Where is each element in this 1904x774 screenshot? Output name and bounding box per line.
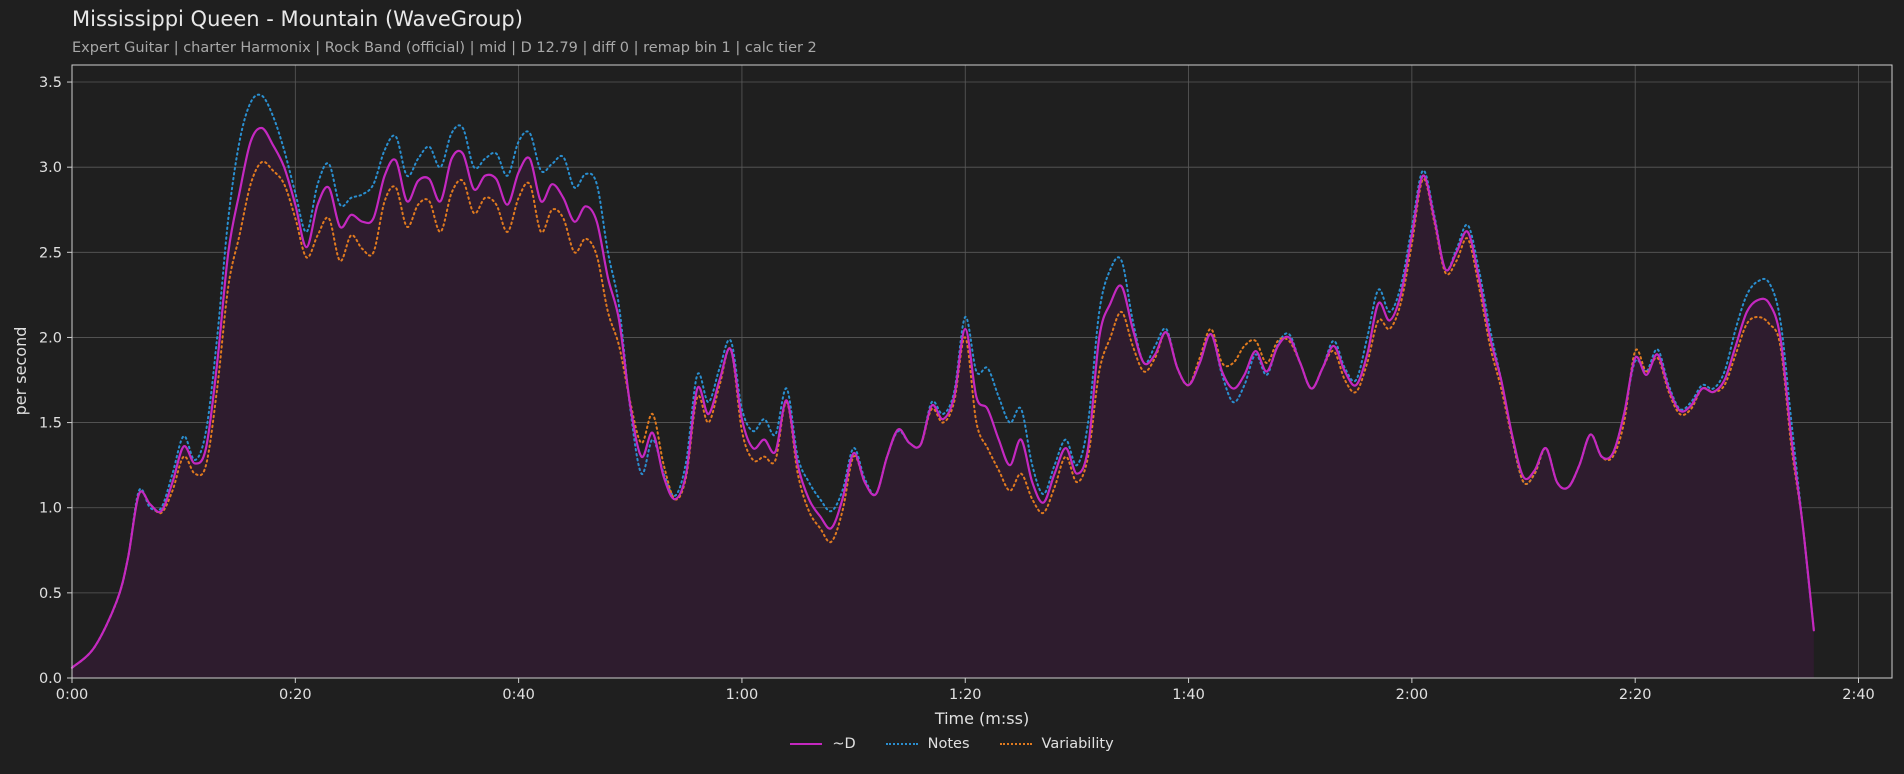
y-tick-label: 2.0 xyxy=(39,330,62,346)
x-tick-label: 1:40 xyxy=(1172,687,1205,703)
legend-item-notes: Notes xyxy=(885,736,970,752)
x-tick-label: 0:00 xyxy=(56,687,89,703)
y-tick-label: 0.5 xyxy=(39,586,62,602)
x-tick-label: 0:20 xyxy=(279,687,312,703)
x-tick-label: 2:00 xyxy=(1396,687,1429,703)
legend-swatch-notes xyxy=(885,743,918,745)
legend-label-notes: Notes xyxy=(927,736,970,752)
legend-label-variability: Variability xyxy=(1041,736,1114,752)
y-axis-ticks: 0.0 0.5 1.0 1.5 2.0 2.5 3.0 3.5 xyxy=(39,75,72,687)
x-tick-label: 2:20 xyxy=(1619,687,1652,703)
y-tick-label: 1.0 xyxy=(39,501,62,517)
x-tick-label: 2:40 xyxy=(1842,687,1875,703)
legend-label-d: ~D xyxy=(832,736,856,752)
x-axis-label: Time (m:ss) xyxy=(934,709,1029,728)
x-tick-label: 0:40 xyxy=(502,687,535,703)
legend-item-d: ~D xyxy=(790,736,856,752)
y-tick-label: 1.5 xyxy=(39,416,62,432)
x-tick-label: 1:00 xyxy=(726,687,759,703)
legend: ~D Notes Variability xyxy=(0,736,1904,752)
y-tick-label: 2.5 xyxy=(39,245,62,261)
y-tick-label: 3.0 xyxy=(39,160,62,176)
y-axis-label: per second xyxy=(11,327,30,416)
y-tick-label: 0.0 xyxy=(39,671,62,687)
x-tick-label: 1:20 xyxy=(949,687,982,703)
legend-item-variability: Variability xyxy=(999,736,1114,752)
y-tick-label: 3.5 xyxy=(39,75,62,91)
legend-swatch-d xyxy=(790,743,823,745)
chart-svg: 0:00 0:20 0:40 1:00 1:20 1:40 2:00 2:20 2:40 0.0… xyxy=(11,64,1893,728)
x-axis-ticks: 0:00 0:20 0:40 1:00 1:20 1:40 2:00 2:20 2:40 xyxy=(56,678,1875,703)
legend-swatch-variability xyxy=(999,743,1032,745)
